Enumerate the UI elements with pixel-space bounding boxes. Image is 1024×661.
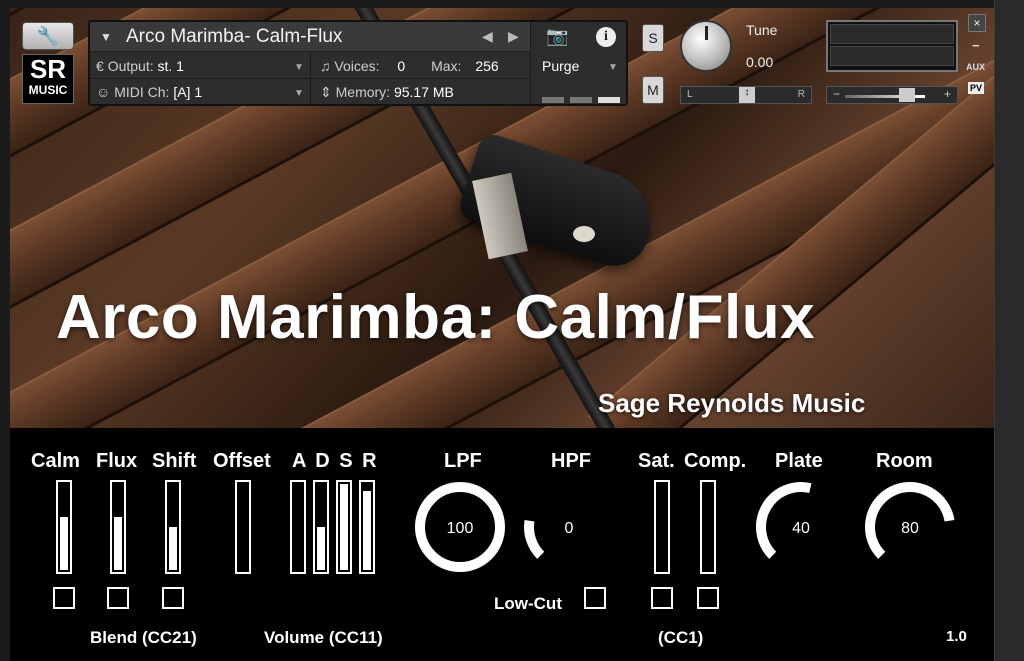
pan-slider[interactable]: L ↕ R xyxy=(680,86,812,104)
volume-label: Volume (CC11) xyxy=(264,628,383,647)
hpf-label: HPF xyxy=(551,450,591,472)
output-selector[interactable]: € Output: st. 1 xyxy=(96,58,184,74)
comp-slider[interactable] xyxy=(700,480,716,574)
offset-slider[interactable] xyxy=(235,480,251,574)
shift-label: Shift xyxy=(152,450,197,472)
purge-dropdown-icon[interactable]: ▼ xyxy=(608,62,618,73)
slider-fill xyxy=(317,527,325,570)
lowcut-label: Low-Cut xyxy=(494,594,562,613)
midi-channel-selector[interactable]: ☺ MIDI Ch: [A] 1 xyxy=(96,84,202,100)
tune-value[interactable]: 0.00 xyxy=(746,54,773,70)
voices-icon: ♫ xyxy=(320,58,331,74)
decay-slider[interactable] xyxy=(313,480,329,574)
slider-fill xyxy=(60,516,68,570)
knob-arc xyxy=(524,519,545,559)
blend-label: Blend (CC21) xyxy=(90,628,197,647)
flux-slider[interactable] xyxy=(110,480,126,574)
tune-knob[interactable] xyxy=(680,20,732,72)
mute-button[interactable]: M xyxy=(642,76,664,104)
artwork-title: Arco Marimba: Calm/Flux xyxy=(56,283,816,352)
minimize-button[interactable]: − xyxy=(972,38,980,53)
shift-checkbox[interactable] xyxy=(162,587,184,609)
cc1-label: (CC1) xyxy=(658,628,704,647)
pan-handle[interactable]: ↕ xyxy=(739,87,755,103)
sat-slider[interactable] xyxy=(654,480,670,574)
instrument-header: ▼ Arco Marimba- Calm-Flux ◀ ▶ 📷 i € Outp… xyxy=(88,20,628,106)
divider xyxy=(530,22,531,104)
level-meters xyxy=(826,20,958,72)
purge-menu[interactable]: Purge xyxy=(542,58,579,74)
sr-music-logo: SR MUSIC xyxy=(22,54,74,104)
slider-fill xyxy=(114,516,122,570)
purge-indicator xyxy=(542,90,626,108)
adsr-label: A D S R xyxy=(292,450,379,472)
lowcut-checkbox[interactable] xyxy=(584,587,606,609)
volume-handle[interactable] xyxy=(899,88,915,102)
release-slider[interactable] xyxy=(359,480,375,574)
offset-label: Offset xyxy=(213,450,271,472)
shift-slider[interactable] xyxy=(165,480,181,574)
sat-label: Sat. xyxy=(638,450,675,472)
attack-slider[interactable] xyxy=(290,480,306,574)
prev-instrument-icon[interactable]: ◀ xyxy=(482,28,493,45)
aux-button[interactable]: AUX xyxy=(966,62,985,72)
slider-fill xyxy=(169,527,177,570)
room-label: Room xyxy=(876,450,933,472)
next-instrument-icon[interactable]: ▶ xyxy=(508,28,519,45)
calm-checkbox[interactable] xyxy=(53,587,75,609)
slider-fill xyxy=(340,484,348,570)
instrument-title-row: ▼ Arco Marimba- Calm-Flux ◀ ▶ xyxy=(90,22,530,52)
divider xyxy=(90,78,530,79)
knob-value: 40 xyxy=(792,520,810,537)
side-strip xyxy=(994,0,1024,661)
close-button[interactable]: × xyxy=(968,14,986,32)
sat-checkbox[interactable] xyxy=(651,587,673,609)
tune-label: Tune xyxy=(746,22,778,38)
hpf-knob[interactable]: 0 xyxy=(522,480,616,574)
memory-readout: ⇕ Memory: 95.17 MB xyxy=(320,84,454,100)
flux-checkbox[interactable] xyxy=(107,587,129,609)
calm-slider[interactable] xyxy=(56,480,72,574)
knob-value: 80 xyxy=(901,520,919,537)
knob-value: 100 xyxy=(447,520,474,537)
midi-dropdown-icon[interactable]: ▼ xyxy=(294,88,304,99)
plate-label: Plate xyxy=(775,450,823,472)
version-label: 1.0 xyxy=(946,628,967,645)
knob-value: 0 xyxy=(565,520,574,537)
volume-slider[interactable]: − + xyxy=(826,86,958,104)
calm-label: Calm xyxy=(31,450,80,472)
comp-label: Comp. xyxy=(684,450,747,472)
flux-label: Flux xyxy=(96,450,138,472)
info-icon[interactable]: i xyxy=(596,27,616,47)
solo-button[interactable]: S xyxy=(642,24,664,52)
midi-icon: ☺ xyxy=(96,84,111,100)
memory-icon: ⇕ xyxy=(320,84,332,100)
output-icon: € xyxy=(96,58,104,74)
artwork-subtitle: Sage Reynolds Music xyxy=(598,388,866,418)
plate-knob[interactable]: 40 xyxy=(754,480,848,574)
output-dropdown-icon[interactable]: ▼ xyxy=(294,62,304,73)
wrench-icon[interactable]: 🔧 xyxy=(22,22,74,50)
lpf-label: LPF xyxy=(444,450,482,472)
collapse-arrow-icon[interactable]: ▼ xyxy=(100,30,112,44)
slider-fill xyxy=(363,490,371,570)
instrument-name[interactable]: Arco Marimba- Calm-Flux xyxy=(126,26,342,48)
voices-readout: ♫ Voices: 0 Max: 256 xyxy=(320,58,499,74)
lpf-knob[interactable]: 100 xyxy=(413,480,507,574)
pv-button[interactable]: PV xyxy=(968,82,985,94)
camera-icon[interactable]: 📷 xyxy=(546,26,568,47)
bow-eye xyxy=(573,226,595,242)
sustain-slider[interactable] xyxy=(336,480,352,574)
comp-checkbox[interactable] xyxy=(697,587,719,609)
room-knob[interactable]: 80 xyxy=(863,480,957,574)
